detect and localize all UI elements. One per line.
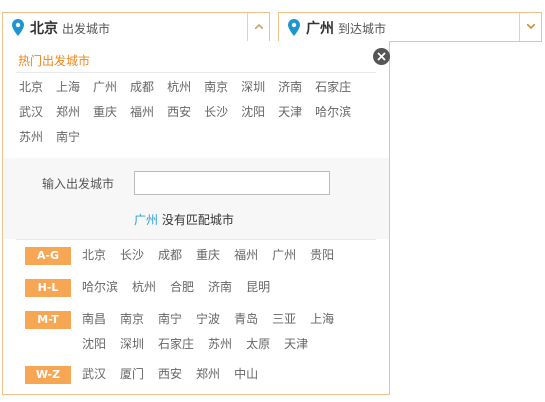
city-link[interactable]: 宁波 xyxy=(191,307,229,332)
departure-city: 北京 xyxy=(30,21,58,37)
group-tag: W-Z xyxy=(25,366,71,384)
no-match-message: 广州 没有匹配城市 xyxy=(134,211,234,228)
city-link[interactable]: 三亚 xyxy=(267,307,305,332)
city-link[interactable]: 广州 xyxy=(267,243,305,268)
group-city-list: 北京 长沙 成都 重庆 福州 广州 贵阳 xyxy=(77,243,377,268)
city-link[interactable]: 合肥 xyxy=(165,275,203,300)
group-tag: M-T xyxy=(25,311,71,329)
city-dropdown-panel: 热门出发城市 北京 上海 广州 成都 杭州 南京 深圳 济南 石家庄 武汉 郑州… xyxy=(2,41,390,395)
city-link[interactable]: 太原 xyxy=(241,332,279,357)
city-link[interactable]: 武汉 xyxy=(77,362,115,387)
city-link[interactable]: 贵阳 xyxy=(305,243,343,268)
hot-city-link[interactable]: 重庆 xyxy=(85,100,122,125)
city-link[interactable]: 南京 xyxy=(115,307,153,332)
hot-city-link[interactable]: 杭州 xyxy=(159,75,196,100)
departure-label: 北京 出发城市 xyxy=(30,20,110,37)
city-link[interactable]: 中山 xyxy=(229,362,267,387)
city-group-a-g: A-G 北京 长沙 成都 重庆 福州 广州 贵阳 xyxy=(25,243,377,268)
hot-city-link[interactable]: 济南 xyxy=(270,75,307,100)
arrival-hint: 到达城市 xyxy=(338,22,387,36)
city-link[interactable]: 济南 xyxy=(203,275,241,300)
city-link[interactable]: 上海 xyxy=(305,307,343,332)
city-link[interactable]: 石家庄 xyxy=(153,332,203,357)
hot-cities-title: 热门出发城市 xyxy=(18,54,91,68)
hot-city-link[interactable]: 北京 xyxy=(11,75,48,100)
hot-city-link[interactable]: 郑州 xyxy=(48,100,85,125)
city-link[interactable]: 北京 xyxy=(77,243,115,268)
hot-city-link[interactable]: 上海 xyxy=(48,75,85,100)
arrival-label: 广州 到达城市 xyxy=(306,20,386,37)
hot-city-link[interactable]: 沈阳 xyxy=(233,100,270,125)
city-link[interactable]: 天津 xyxy=(279,332,317,357)
city-link[interactable]: 杭州 xyxy=(127,275,165,300)
hot-city-link[interactable]: 深圳 xyxy=(233,75,270,100)
location-pin-icon xyxy=(12,19,24,36)
divider xyxy=(16,239,376,240)
city-link[interactable]: 西安 xyxy=(153,362,191,387)
hot-city-link[interactable]: 武汉 xyxy=(11,100,48,125)
hot-city-link[interactable]: 长沙 xyxy=(196,100,233,125)
city-link[interactable]: 青岛 xyxy=(229,307,267,332)
hot-city-link[interactable]: 天津 xyxy=(270,100,307,125)
hot-city-link[interactable]: 成都 xyxy=(122,75,159,100)
city-link[interactable]: 南昌 xyxy=(77,307,115,332)
departure-city-selector[interactable]: 北京 出发城市 xyxy=(2,12,270,42)
city-link[interactable]: 深圳 xyxy=(115,332,153,357)
hot-city-link[interactable]: 福州 xyxy=(122,100,159,125)
hot-cities-list: 北京 上海 广州 成都 杭州 南京 深圳 济南 石家庄 武汉 郑州 重庆 福州 … xyxy=(11,75,371,150)
arrival-city-selector[interactable]: 广州 到达城市 xyxy=(278,12,542,42)
city-search-input[interactable] xyxy=(134,171,330,195)
divider xyxy=(16,72,376,73)
city-link[interactable]: 郑州 xyxy=(191,362,229,387)
hot-city-link[interactable]: 苏州 xyxy=(11,125,48,150)
city-link[interactable]: 沈阳 xyxy=(77,332,115,357)
location-pin-icon xyxy=(288,19,300,36)
city-link[interactable]: 福州 xyxy=(229,243,267,268)
city-search-area: 输入出发城市 广州 没有匹配城市 xyxy=(4,158,389,239)
hot-city-link[interactable]: 石家庄 xyxy=(307,75,356,100)
city-group-h-l: H-L 哈尔滨 杭州 合肥 济南 昆明 xyxy=(25,275,377,300)
hot-city-link[interactable]: 南京 xyxy=(196,75,233,100)
arrival-toggle[interactable] xyxy=(519,13,541,41)
hot-city-link[interactable]: 南宁 xyxy=(48,125,85,150)
close-icon xyxy=(377,52,386,61)
city-group-w-z: W-Z 武汉 厦门 西安 郑州 中山 xyxy=(25,362,377,387)
chevron-up-icon xyxy=(255,24,263,29)
hot-city-link[interactable]: 广州 xyxy=(85,75,122,100)
hot-city-link[interactable]: 西安 xyxy=(159,100,196,125)
departure-toggle[interactable] xyxy=(247,13,269,41)
arrival-city: 广州 xyxy=(306,21,334,37)
city-link[interactable]: 哈尔滨 xyxy=(77,275,127,300)
group-city-list: 南昌 南京 南宁 宁波 青岛 三亚 上海 沈阳 深圳 石家庄 苏州 太原 天津 xyxy=(77,307,377,357)
city-input-label: 输入出发城市 xyxy=(42,177,115,191)
city-link[interactable]: 南宁 xyxy=(153,307,191,332)
no-match-city: 广州 xyxy=(134,213,159,227)
hot-city-link[interactable]: 哈尔滨 xyxy=(307,100,356,125)
city-link[interactable]: 长沙 xyxy=(115,243,153,268)
city-link[interactable]: 昆明 xyxy=(241,275,279,300)
no-match-text: 没有匹配城市 xyxy=(158,213,234,227)
group-tag: A-G xyxy=(25,247,71,265)
city-link[interactable]: 苏州 xyxy=(203,332,241,357)
group-city-list: 武汉 厦门 西安 郑州 中山 xyxy=(77,362,377,387)
chevron-down-icon xyxy=(527,24,535,29)
city-link[interactable]: 重庆 xyxy=(191,243,229,268)
group-city-list: 哈尔滨 杭州 合肥 济南 昆明 xyxy=(77,275,377,300)
group-tag: H-L xyxy=(25,279,71,297)
city-group-m-t: M-T 南昌 南京 南宁 宁波 青岛 三亚 上海 沈阳 深圳 石家庄 苏州 太原… xyxy=(25,307,377,357)
close-button[interactable] xyxy=(373,48,390,65)
city-link[interactable]: 厦门 xyxy=(115,362,153,387)
departure-hint: 出发城市 xyxy=(62,22,111,36)
city-link[interactable]: 成都 xyxy=(153,243,191,268)
